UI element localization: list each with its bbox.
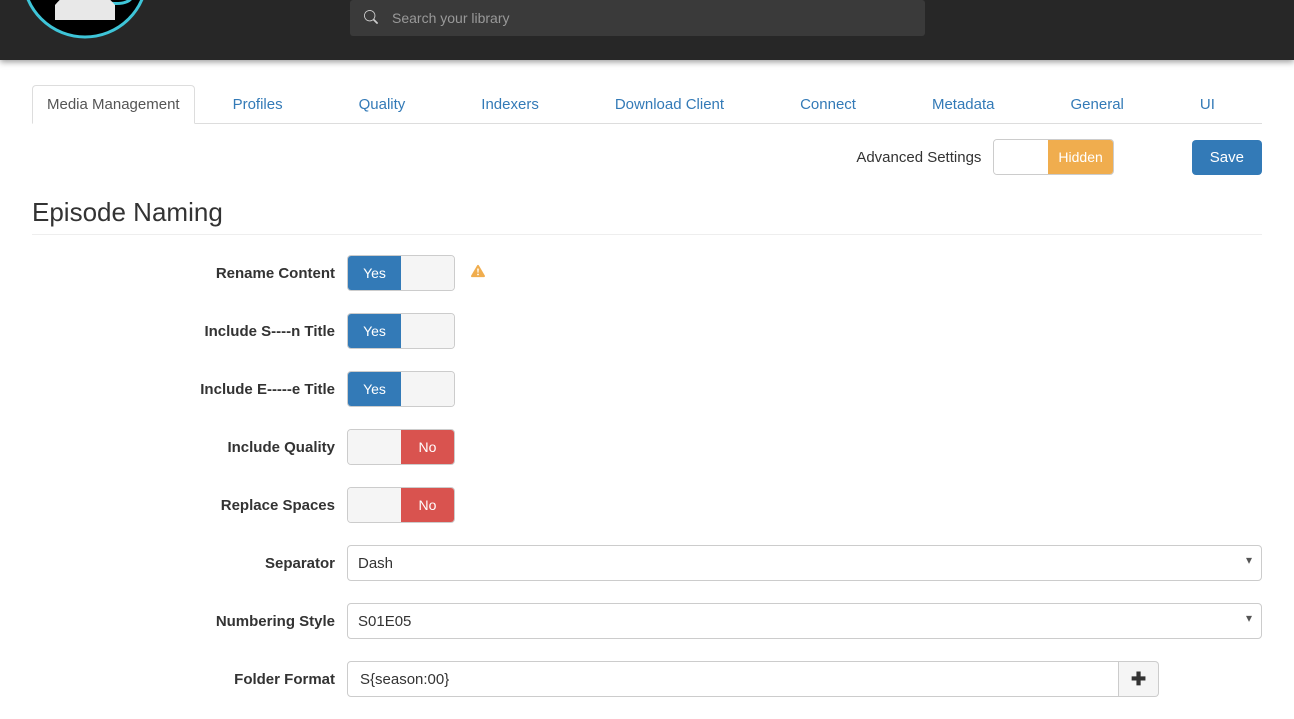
tab-profiles[interactable]: Profiles <box>195 85 321 124</box>
toggle-include-episode-title[interactable]: Yes <box>347 371 455 407</box>
toolbar: Advanced Settings Hidden Save <box>32 124 1262 185</box>
plus-icon: ✚ <box>1131 669 1146 690</box>
warning-icon <box>471 264 485 283</box>
tab-connect[interactable]: Connect <box>762 85 894 124</box>
toggle-no <box>401 256 454 290</box>
section-title: Episode Naming <box>32 197 1262 228</box>
label-include-quality: Include Quality <box>32 439 347 456</box>
toggle-yes <box>348 488 401 522</box>
advanced-hidden-state: Hidden <box>1048 140 1112 174</box>
toggle-include-season-title[interactable]: Yes <box>347 313 455 349</box>
label-folder-format: Folder Format <box>32 671 347 688</box>
toggle-include-quality[interactable]: No <box>347 429 455 465</box>
toggle-yes: Yes <box>348 372 401 406</box>
tab-media-management[interactable]: Media Management <box>32 85 195 124</box>
tab-quality[interactable]: Quality <box>321 85 444 124</box>
label-rename-content: Rename Content <box>32 265 347 282</box>
tab-indexers[interactable]: Indexers <box>443 85 577 124</box>
toggle-blank <box>994 140 1048 174</box>
toggle-no <box>401 372 454 406</box>
advanced-settings-toggle[interactable]: Hidden <box>993 139 1113 175</box>
label-include-season-title: Include S----n Title <box>32 323 347 340</box>
select-separator[interactable]: Dash <box>347 545 1262 581</box>
toggle-yes: Yes <box>348 314 401 348</box>
search-input[interactable] <box>392 10 911 26</box>
top-bar <box>0 0 1294 60</box>
label-replace-spaces: Replace Spaces <box>32 497 347 514</box>
settings-tabs: Media Management Profiles Quality Indexe… <box>32 85 1262 124</box>
select-numbering-style[interactable]: S01E05 <box>347 603 1262 639</box>
toggle-yes <box>348 430 401 464</box>
input-folder-format[interactable] <box>347 661 1119 697</box>
toggle-no: No <box>401 430 454 464</box>
tab-ui[interactable]: UI <box>1162 85 1253 124</box>
label-separator: Separator <box>32 555 347 572</box>
toggle-rename-content[interactable]: Yes <box>347 255 455 291</box>
save-button[interactable]: Save <box>1192 140 1262 175</box>
toggle-replace-spaces[interactable]: No <box>347 487 455 523</box>
label-numbering-style: Numbering Style <box>32 613 347 630</box>
advanced-settings-label: Advanced Settings <box>856 149 981 166</box>
toggle-yes: Yes <box>348 256 401 290</box>
tab-metadata[interactable]: Metadata <box>894 85 1033 124</box>
folder-format-add-button[interactable]: ✚ <box>1119 661 1159 697</box>
section-rule <box>32 234 1262 235</box>
search-box[interactable] <box>350 0 925 36</box>
tab-general[interactable]: General <box>1033 85 1162 124</box>
tab-download-client[interactable]: Download Client <box>577 85 762 124</box>
label-include-episode-title: Include E-----e Title <box>32 381 347 398</box>
app-logo <box>20 0 150 40</box>
search-icon <box>364 10 378 27</box>
toggle-no: No <box>401 488 454 522</box>
toggle-no <box>401 314 454 348</box>
